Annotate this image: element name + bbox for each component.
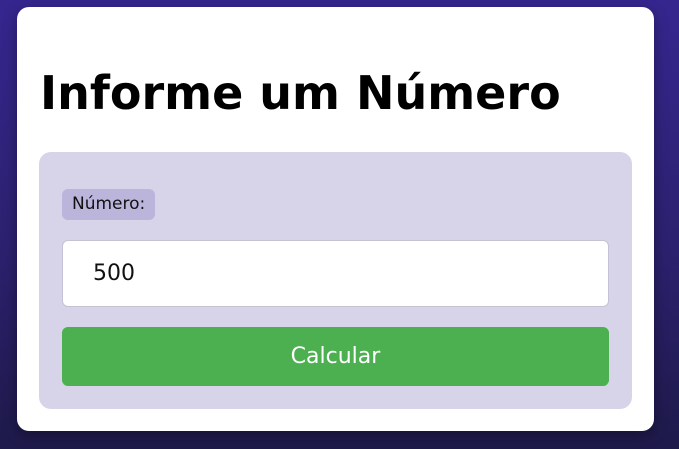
- number-card: Informe um Número Número: Calcular: [17, 7, 654, 431]
- number-form: Número: Calcular: [39, 152, 632, 409]
- calculate-button[interactable]: Calcular: [62, 327, 609, 386]
- page-title: Informe um Número: [40, 66, 561, 120]
- number-label: Número:: [62, 189, 156, 220]
- number-input[interactable]: [62, 240, 609, 307]
